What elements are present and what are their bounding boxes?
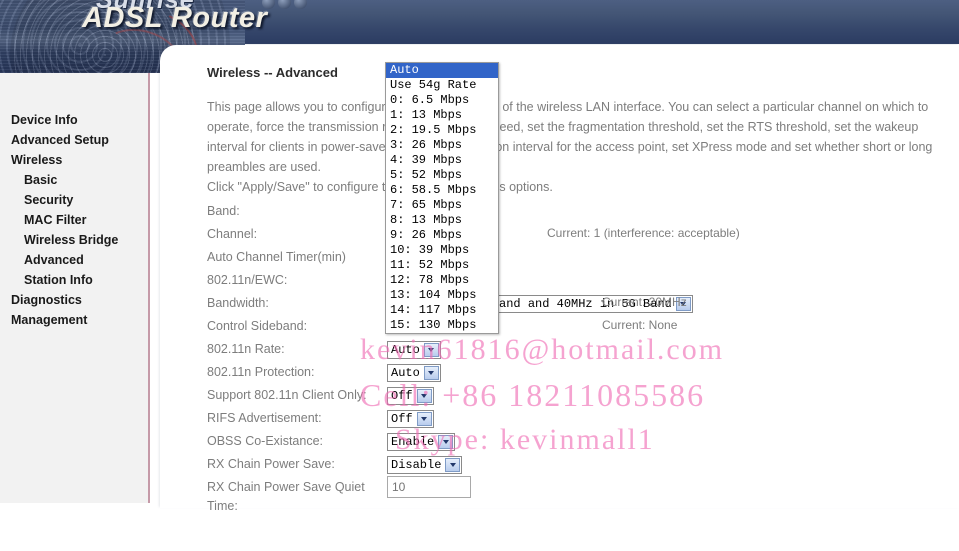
dropdown-option[interactable]: 10: 39 Mbps: [386, 243, 498, 258]
field-label: RIFS Advertisement:: [207, 411, 322, 425]
chevron-down-icon[interactable]: [445, 458, 461, 472]
form-row: Band:: [207, 202, 952, 225]
banner-right-strip: [245, 0, 959, 44]
dropdown-option[interactable]: 1: 13 Mbps: [386, 108, 498, 123]
field-label: RX Chain Power Save Quiet Time:: [207, 480, 365, 513]
field-label: 802.11n Rate:: [207, 342, 285, 356]
form-row: Control Sideband: Current: None: [207, 317, 952, 340]
content-panel: Wireless -- Advanced This page allows yo…: [160, 45, 959, 513]
rx-chain-quiet-time-input[interactable]: [387, 476, 471, 498]
dropdown-option[interactable]: 0: 6.5 Mbps: [386, 93, 498, 108]
page-title: Wireless -- Advanced: [207, 65, 338, 80]
form-row: OBSS Co-Existance: Enable: [207, 432, 952, 455]
form-row: Auto Channel Timer(min): [207, 248, 952, 271]
current-value-text: Current: None: [602, 318, 678, 332]
sidebar-item-diagnostics[interactable]: Diagnostics: [0, 290, 148, 310]
sidebar-bottom-filler: [0, 503, 150, 551]
dropdown-option[interactable]: 9: 26 Mbps: [386, 228, 498, 243]
sidebar-item-basic[interactable]: Basic: [0, 170, 148, 190]
chevron-down-icon[interactable]: [438, 435, 454, 449]
sidebar-item-wireless[interactable]: Wireless: [0, 150, 148, 170]
dropdown-option[interactable]: 13: 104 Mbps: [386, 288, 498, 303]
field-label: 802.11n/EWC:: [207, 273, 288, 287]
rate-dropdown-list[interactable]: Auto Use 54g Rate 0: 6.5 Mbps 1: 13 Mbps 2: …: [385, 62, 499, 334]
dropdown-option[interactable]: 2: 19.5 Mbps: [386, 123, 498, 138]
field-label: RX Chain Power Save:: [207, 457, 335, 471]
page-intro-text: This page allows you to configure advanc…: [207, 97, 952, 197]
form-row: RX Chain Power Save: Disable: [207, 455, 952, 478]
router-title: ADSL Router: [82, 2, 268, 34]
form-row: Bandwidth: 20MHz in 2.4G Band and 40MHz i…: [207, 294, 952, 317]
wireless-advanced-form: Band: Channel: Current: 1 (interference: a…: [207, 202, 952, 524]
intro-line: This page allows you to configure advanc…: [207, 100, 929, 114]
sidebar-item-station-info[interactable]: Station Info: [0, 270, 148, 290]
brand-dots-icon: [262, 0, 310, 14]
dropdown-option[interactable]: 5: 52 Mbps: [386, 168, 498, 183]
sidebar-item-management[interactable]: Management: [0, 310, 148, 330]
field-label: Band:: [207, 204, 240, 218]
dropdown-option[interactable]: 7: 65 Mbps: [386, 198, 498, 213]
dropdown-option[interactable]: 3: 26 Mbps: [386, 138, 498, 153]
current-value-text: Current: 1 (interference: acceptable): [547, 226, 740, 240]
select-rx-chain-power-save-[interactable]: Disable: [387, 456, 463, 474]
sidebar-item-wireless-bridge[interactable]: Wireless Bridge: [0, 230, 148, 250]
chevron-down-icon[interactable]: [416, 412, 432, 426]
form-row: 802.11n/EWC:: [207, 271, 952, 294]
current-value-text: Current: 20MHz: [602, 295, 687, 309]
chevron-down-icon[interactable]: [423, 366, 439, 380]
dropdown-option[interactable]: 15: 130 Mbps: [386, 318, 498, 333]
select-support-802-11n-client-only-[interactable]: Off: [387, 387, 434, 405]
form-row: 802.11n Protection: Auto: [207, 363, 952, 386]
form-row: RIFS Advertisement: Off: [207, 409, 952, 432]
select-rifs-advertisement-[interactable]: Off: [387, 410, 434, 428]
field-label: Auto Channel Timer(min): [207, 250, 346, 264]
dropdown-option[interactable]: 14: 117 Mbps: [386, 303, 498, 318]
sidebar-item-advanced[interactable]: Advanced: [0, 250, 148, 270]
sidebar-item-advanced-setup[interactable]: Advanced Setup: [0, 130, 148, 150]
form-row: Channel: Current: 1 (interference: accept…: [207, 225, 952, 248]
form-row: Support 802.11n Client Only: Off: [207, 386, 952, 409]
field-label: 802.11n Protection:: [207, 365, 315, 379]
select-802-11n-protection-[interactable]: Auto: [387, 364, 441, 382]
form-row: RX Chain Power Save Quiet Time:: [207, 476, 952, 524]
dropdown-option[interactable]: Auto: [386, 63, 498, 78]
field-label: Control Sideband:: [207, 319, 308, 333]
dropdown-option[interactable]: 8: 13 Mbps: [386, 213, 498, 228]
sidebar-item-mac-filter[interactable]: MAC Filter: [0, 210, 148, 230]
dropdown-option[interactable]: 11: 52 Mbps: [386, 258, 498, 273]
intro-line: preambles are used.: [207, 160, 321, 174]
select-obss-co-existance-[interactable]: Enable: [387, 433, 456, 451]
dropdown-option[interactable]: 6: 58.5 Mbps: [386, 183, 498, 198]
field-label: Channel:: [207, 227, 258, 241]
chevron-down-icon[interactable]: [416, 389, 432, 403]
sidebar-nav: Device Info Advanced Setup Wireless Basic Se…: [0, 73, 150, 503]
chevron-down-icon[interactable]: [423, 343, 439, 357]
intro-line: interval for clients in power-save mode,…: [207, 140, 933, 154]
intro-line: Click "Apply/Save" to configure the adva…: [207, 180, 553, 194]
field-label: Support 802.11n Client Only:: [207, 388, 367, 402]
intro-line: operate, force the transmission rate to …: [207, 120, 919, 134]
select-802-11n-rate-[interactable]: Auto: [387, 341, 441, 359]
dropdown-option[interactable]: Use 54g Rate: [386, 78, 498, 93]
form-row: 802.11n Rate: Auto: [207, 340, 952, 363]
dropdown-option[interactable]: 12: 78 Mbps: [386, 273, 498, 288]
sidebar-item-security[interactable]: Security: [0, 190, 148, 210]
field-label: OBSS Co-Existance:: [207, 434, 324, 448]
dropdown-option[interactable]: 4: 39 Mbps: [386, 153, 498, 168]
field-label: Bandwidth:: [207, 296, 269, 310]
sidebar-item-device-info[interactable]: Device Info: [0, 110, 148, 130]
